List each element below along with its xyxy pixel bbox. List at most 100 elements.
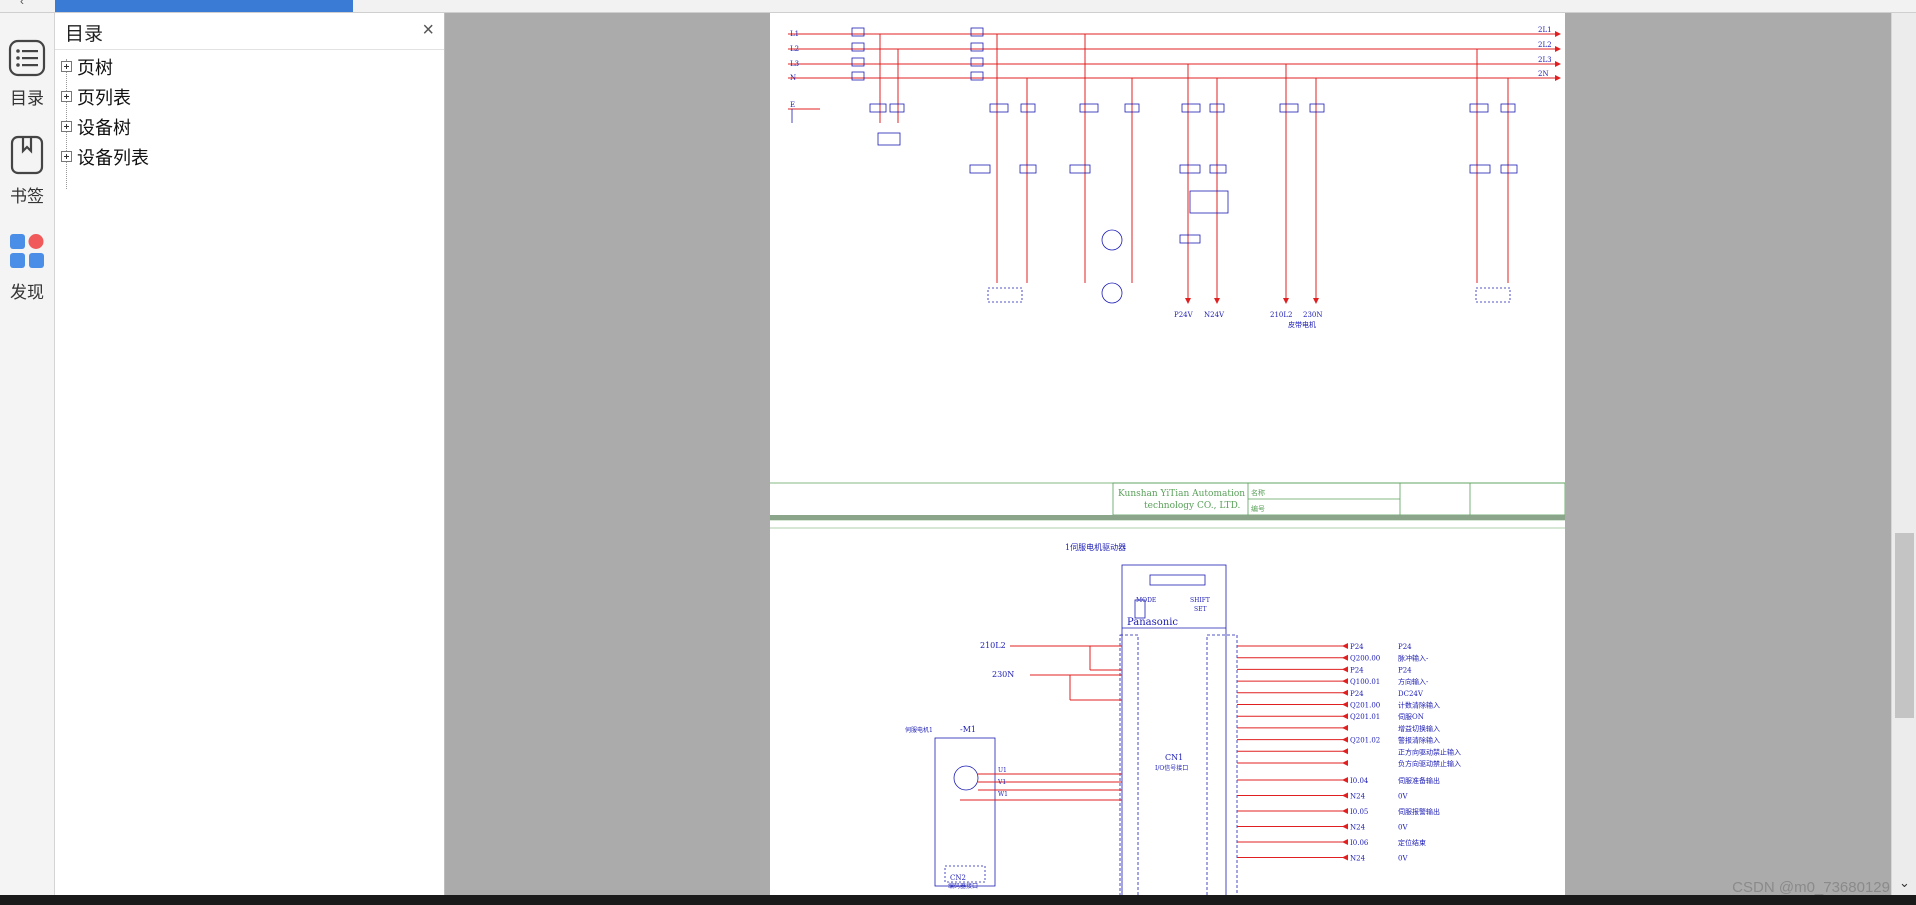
signal-row-0-tag: P24 bbox=[1350, 643, 1364, 651]
svg-text:SHIFT: SHIFT bbox=[1190, 597, 1210, 604]
svg-text:210L2: 210L2 bbox=[980, 641, 1006, 650]
expand-icon[interactable] bbox=[61, 91, 72, 102]
output-row-1-tag: N24 bbox=[1350, 793, 1366, 801]
expand-icon[interactable] bbox=[61, 121, 72, 132]
output-row-4-arrow bbox=[1342, 839, 1348, 845]
output-row-0-tag: I0.04 bbox=[1350, 777, 1369, 785]
toc-list-icon bbox=[8, 39, 46, 77]
svg-text:MODE: MODE bbox=[1136, 597, 1156, 604]
svg-text:皮带电机: 皮带电机 bbox=[1288, 320, 1316, 329]
svg-text:P24V: P24V bbox=[1174, 311, 1194, 319]
signal-row-5-arrow bbox=[1342, 701, 1348, 708]
sidebar-item-label: 书签 bbox=[10, 187, 44, 206]
svg-text:编码器接口: 编码器接口 bbox=[948, 882, 978, 890]
signal-row-7-arrow bbox=[1342, 724, 1348, 731]
signal-row-5-tag: Q201.00 bbox=[1350, 702, 1380, 710]
signal-row-1-tag: Q200.00 bbox=[1350, 655, 1380, 663]
signal-row-3-desc: 方向输入- bbox=[1398, 677, 1429, 686]
signal-row-6-desc: 伺服ON bbox=[1398, 712, 1424, 721]
svg-text:230N: 230N bbox=[992, 670, 1014, 679]
signal-row-7-desc: 增益切换输入 bbox=[1398, 724, 1440, 733]
schematic-page-1: L1 L2 L3 N E 2L1 2L2 2L3 2N P24V N24V 21… bbox=[770, 13, 1566, 516]
close-icon[interactable]: × bbox=[422, 19, 434, 42]
signal-row-3-tag: Q100.01 bbox=[1350, 678, 1380, 686]
output-row-1-arrow bbox=[1342, 792, 1348, 799]
top-tab-bar: ‹ bbox=[0, 0, 1916, 13]
output-row-4-desc: 定位结束 bbox=[1398, 838, 1426, 847]
output-row-5-tag: N24 bbox=[1350, 855, 1366, 863]
signal-row-6-arrow bbox=[1342, 713, 1348, 720]
signal-row-4-desc: DC24V bbox=[1398, 690, 1424, 698]
tree-item-label: 设备树 bbox=[77, 118, 131, 138]
wire-arrows bbox=[1185, 31, 1561, 304]
sidebar-item-label: 目录 bbox=[10, 89, 44, 108]
vertical-scrollbar[interactable]: ⌄ bbox=[1891, 13, 1916, 895]
svg-text:2L1: 2L1 bbox=[1538, 26, 1552, 34]
signal-row-4-tag: P24 bbox=[1350, 690, 1364, 698]
back-icon[interactable]: ‹ bbox=[20, 0, 24, 8]
svg-text:V1: V1 bbox=[997, 779, 1006, 786]
signal-row-1-desc: 脉冲输入- bbox=[1398, 654, 1429, 663]
svg-text:1伺服电机驱动器: 1伺服电机驱动器 bbox=[1065, 542, 1126, 552]
signal-row-9-desc: 正方向驱动禁止输入 bbox=[1398, 747, 1461, 756]
svg-text:N: N bbox=[790, 74, 796, 82]
svg-text:编号: 编号 bbox=[1251, 504, 1265, 513]
svg-text:E: E bbox=[790, 101, 795, 109]
output-row-5-desc: 0V bbox=[1398, 855, 1408, 863]
bookmark-icon bbox=[10, 135, 44, 175]
output-row-2-desc: 伺服报警输出 bbox=[1398, 807, 1440, 816]
schematic-page-2: 1伺服电机驱动器 Panasonic MODE SHIFT SET CN1 I/… bbox=[770, 519, 1565, 895]
signal-row-3-arrow bbox=[1342, 678, 1348, 685]
signal-row-2-tag: P24 bbox=[1350, 666, 1364, 674]
svg-text:U1: U1 bbox=[998, 767, 1007, 774]
output-row-0-desc: 伺服准备输出 bbox=[1398, 776, 1440, 785]
signal-row-8-arrow bbox=[1342, 736, 1348, 743]
svg-text:230N: 230N bbox=[1303, 311, 1323, 319]
signal-row-5-desc: 计数清除输入 bbox=[1398, 701, 1440, 710]
scrollbar-thumb[interactable] bbox=[1895, 533, 1914, 718]
sidebar-item-toc[interactable]: 目录 bbox=[0, 39, 54, 109]
signal-row-0-desc: P24 bbox=[1398, 643, 1412, 651]
svg-text:Kunshan YiTian Automation: Kunshan YiTian Automation bbox=[1118, 489, 1245, 499]
power-schematic: L1 L2 L3 N E 2L1 2L2 2L3 2N P24V N24V 21… bbox=[770, 26, 1566, 516]
signal-row-1-arrow bbox=[1342, 654, 1348, 661]
bottom-bar bbox=[0, 895, 1916, 905]
signal-rows: P24 P24 Q200.00 脉冲输入- P24 P24 Q100.01 方向输入- P24 D… bbox=[1237, 643, 1461, 863]
svg-text:名称: 名称 bbox=[1251, 488, 1265, 497]
tree-item-label: 设备列表 bbox=[77, 148, 149, 168]
watermark: CSDN @m0_73680129 bbox=[1732, 879, 1890, 896]
svg-text:CN2: CN2 bbox=[950, 874, 966, 882]
signal-row-2-desc: P24 bbox=[1398, 666, 1412, 674]
svg-text:L2: L2 bbox=[790, 45, 799, 53]
output-row-5-arrow bbox=[1342, 854, 1348, 861]
svg-text:伺服电机1: 伺服电机1 bbox=[905, 726, 933, 734]
svg-text:2L3: 2L3 bbox=[1538, 56, 1552, 64]
sidebar-item-bookmark[interactable]: 书签 bbox=[0, 135, 54, 207]
signal-row-4-arrow bbox=[1342, 689, 1348, 696]
sidebar-item-discover[interactable]: 发现 bbox=[0, 231, 54, 303]
output-row-3-arrow bbox=[1342, 823, 1348, 830]
output-row-3-tag: N24 bbox=[1350, 824, 1366, 832]
svg-text:N24V: N24V bbox=[1204, 311, 1225, 319]
expand-icon[interactable] bbox=[61, 61, 72, 72]
svg-text:L3: L3 bbox=[790, 60, 799, 68]
svg-text:SET: SET bbox=[1194, 606, 1207, 613]
signal-row-2-arrow bbox=[1342, 666, 1348, 673]
svg-text:technology CO., LTD.: technology CO., LTD. bbox=[1144, 501, 1240, 511]
signal-row-6-tag: Q201.01 bbox=[1350, 713, 1380, 721]
svg-text:L1: L1 bbox=[790, 30, 799, 38]
toc-panel: 目录 × 页树 页列表 设备树 设备列表 bbox=[55, 13, 445, 895]
signal-row-9-arrow bbox=[1342, 748, 1348, 755]
signal-row-8-desc: 警报清除输入 bbox=[1398, 736, 1440, 745]
svg-text:I/O信号接口: I/O信号接口 bbox=[1155, 764, 1188, 772]
output-row-2-tag: I0.05 bbox=[1350, 808, 1368, 816]
tree-item-label: 页树 bbox=[77, 58, 113, 78]
active-document-tab[interactable] bbox=[55, 0, 353, 12]
expand-icon[interactable] bbox=[61, 151, 72, 162]
toc-header: 目录 × bbox=[55, 13, 444, 50]
chevron-down-icon[interactable]: ⌄ bbox=[1899, 875, 1910, 891]
signal-row-8-tag: Q201.02 bbox=[1350, 737, 1380, 745]
svg-text:Panasonic: Panasonic bbox=[1127, 617, 1178, 628]
document-viewport[interactable]: L1 L2 L3 N E 2L1 2L2 2L3 2N P24V N24V 21… bbox=[445, 13, 1891, 895]
sidebar-item-label: 发现 bbox=[10, 283, 44, 302]
